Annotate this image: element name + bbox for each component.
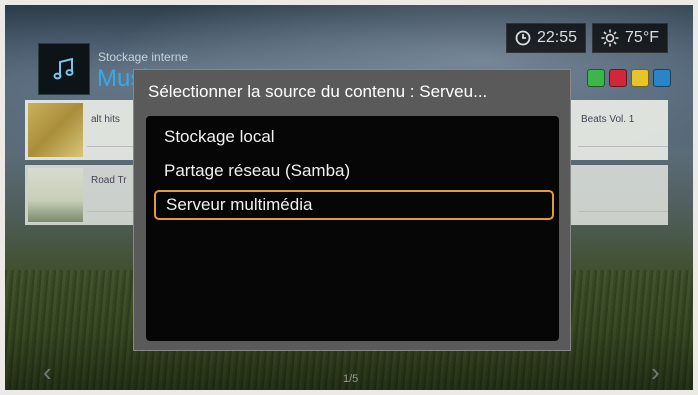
option-media-server[interactable]: Serveur multimédia <box>154 190 554 220</box>
status-bar: 22:55 75°F <box>505 23 668 53</box>
clock-chip: 22:55 <box>505 23 587 53</box>
page-indicator: 1/5 <box>343 373 359 385</box>
sun-icon <box>601 29 619 47</box>
divider <box>578 211 668 212</box>
option-network-share[interactable]: Partage réseau (Samba) <box>154 156 554 186</box>
storage-label: Stockage interne <box>98 50 189 64</box>
source-select-dialog: Sélectionner la source du contenu : Serv… <box>133 69 571 351</box>
item-title: alt hits <box>91 114 120 125</box>
next-arrow-icon[interactable]: › <box>651 357 660 388</box>
color-buttons <box>587 69 671 87</box>
dialog-title: Sélectionner la source du contenu : Serv… <box>148 82 488 101</box>
item-title-right: Beats Vol. 1 <box>581 114 635 125</box>
clock-time: 22:55 <box>536 29 578 46</box>
temperature: 75°F <box>625 29 659 46</box>
divider <box>87 146 137 147</box>
item-title: Road Tr <box>91 175 127 186</box>
music-note-icon <box>53 57 74 80</box>
weather-chip: 75°F <box>592 23 668 53</box>
green-button[interactable] <box>587 69 605 87</box>
album-thumbnail <box>28 103 83 157</box>
blue-button[interactable] <box>653 69 671 87</box>
divider <box>578 146 668 147</box>
divider <box>87 211 137 212</box>
yellow-button[interactable] <box>631 69 649 87</box>
red-button[interactable] <box>609 69 627 87</box>
option-local-storage[interactable]: Stockage local <box>154 122 554 152</box>
options-panel: Stockage local Partage réseau (Samba) Se… <box>146 116 559 341</box>
music-app-icon <box>38 43 90 95</box>
album-thumbnail <box>28 168 83 222</box>
screen-frame: 22:55 75°F Stockage interne Musique alt … <box>0 0 698 395</box>
previous-arrow-icon[interactable]: ‹ <box>43 357 52 388</box>
clock-icon <box>515 30 531 46</box>
